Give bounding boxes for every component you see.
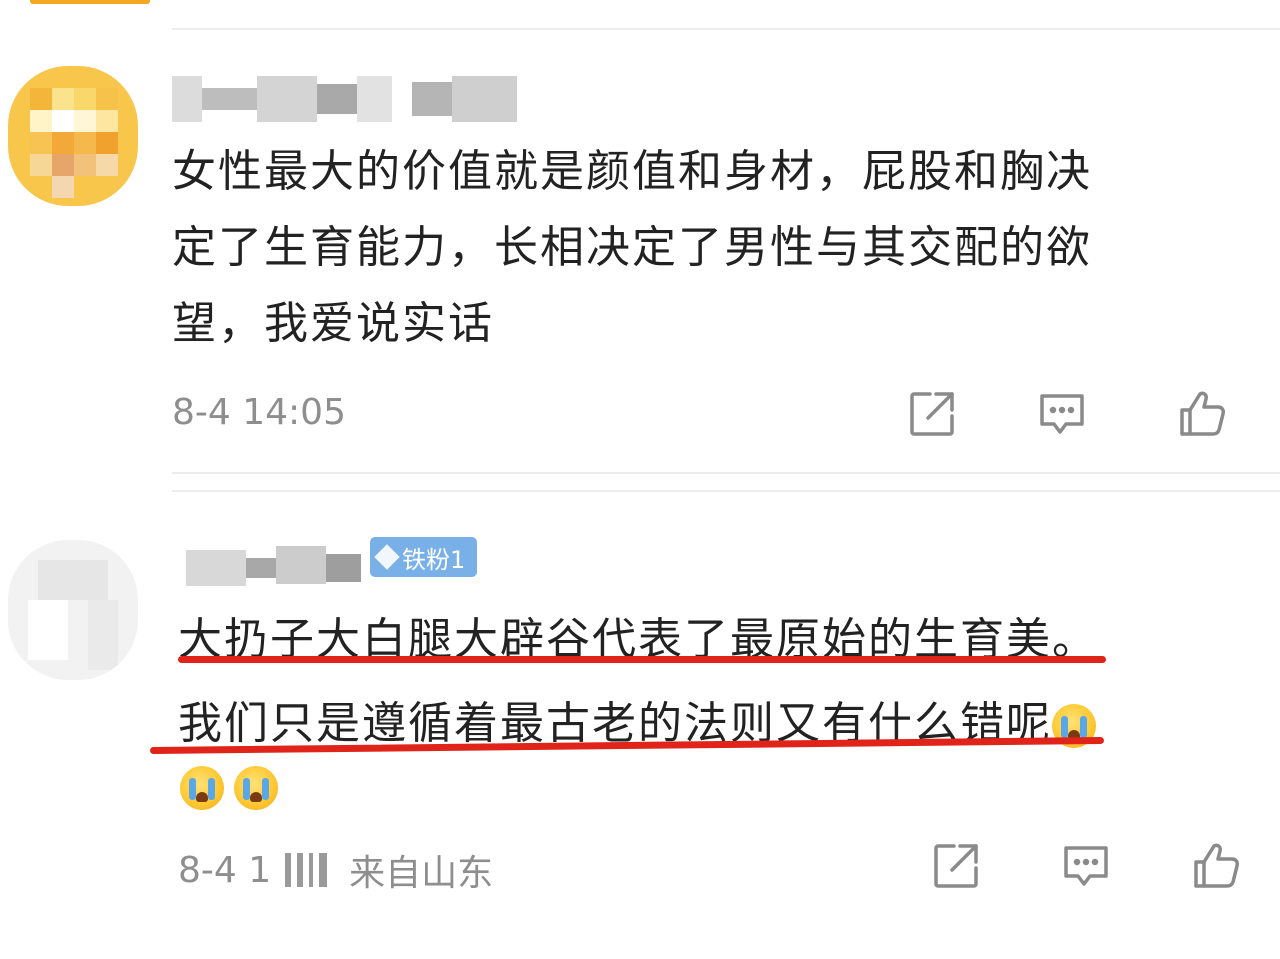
timestamp: 8-4 1 [178, 849, 272, 891]
comment-icon[interactable] [1058, 838, 1114, 894]
location-label: 来自山东 [349, 853, 494, 894]
like-icon[interactable] [1174, 386, 1230, 442]
username[interactable]: █ █ █ [186, 540, 361, 586]
emoji-row [180, 766, 278, 810]
crying-emoji-icon [180, 766, 224, 810]
comment-icon[interactable] [1034, 386, 1090, 442]
diamond-icon [374, 544, 400, 570]
divider [172, 490, 1280, 492]
share-icon[interactable] [904, 386, 960, 442]
divider [172, 472, 1280, 474]
comment-text: 女性最大的价值就是颜值和身材，屁股和胸决 定了生育能力，长相决定了男性与其交配的… [172, 146, 1092, 349]
avatar-icon[interactable] [8, 540, 138, 680]
fan-badge: 铁粉1 [370, 537, 478, 577]
timestamp: 8-4 14:05 [172, 392, 346, 433]
like-icon[interactable] [1188, 838, 1244, 894]
divider [172, 28, 1280, 30]
top-accent-bar [30, 0, 150, 4]
red-underline [178, 656, 1106, 663]
crying-emoji-icon [234, 766, 278, 810]
username[interactable]: █ █ █ █ [172, 76, 517, 122]
comment-meta: 8-4 14:05 [172, 392, 346, 433]
share-icon[interactable] [928, 838, 984, 894]
redacted-time [285, 852, 328, 888]
comment-meta: 8-4 1 来自山东 [178, 844, 493, 896]
avatar-icon[interactable] [8, 66, 138, 206]
